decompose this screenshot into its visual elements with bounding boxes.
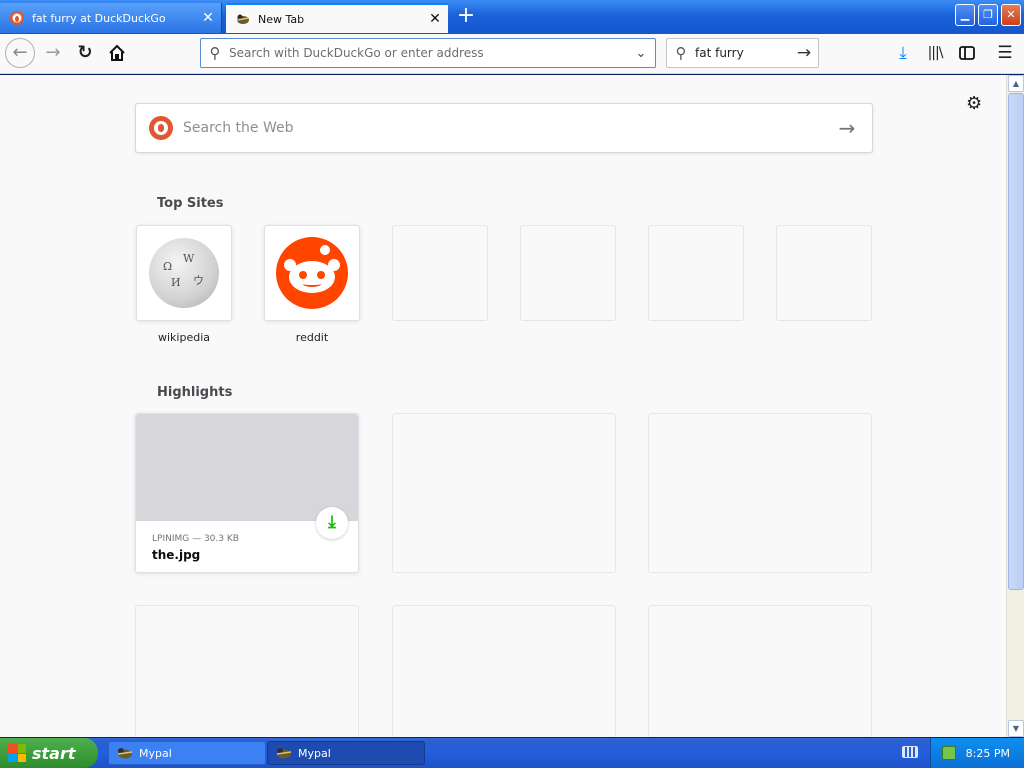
highlight-empty	[392, 413, 616, 573]
mypal-icon	[276, 748, 292, 759]
highlight-title: the.jpg	[152, 548, 201, 562]
sidebar-icon	[959, 46, 975, 60]
network-icon[interactable]	[941, 746, 956, 760]
minimize-button[interactable]: ▁	[955, 4, 975, 26]
site-tile[interactable]	[264, 225, 360, 321]
top-site-empty	[648, 225, 744, 321]
arrow-right-icon[interactable]: →	[790, 43, 818, 63]
top-site-empty	[392, 225, 488, 321]
highlight-empty	[135, 605, 359, 737]
tab-label: fat furry at DuckDuckGo	[32, 11, 166, 25]
highlights-heading: Highlights	[157, 385, 233, 400]
downloads-button[interactable]: ⤓	[888, 38, 918, 68]
windows-logo-icon	[8, 744, 26, 762]
search-bar[interactable]: ⚲ fat furry →	[666, 38, 819, 68]
arrow-left-icon: ←	[12, 42, 28, 63]
taskbar-item-mypal-active[interactable]: Mypal	[267, 741, 425, 765]
download-icon: ⤓	[316, 507, 348, 539]
minimize-icon: ▁	[960, 8, 970, 21]
nav-toolbar: ← → ↻ ⚲ ⌄ ⚲ fat furry → ⤓ |||\ ☰	[0, 34, 1024, 74]
highlight-preview	[136, 414, 358, 521]
search-icon: ⚲	[209, 44, 221, 62]
start-label: start	[32, 743, 76, 763]
site-tile[interactable]: Ω W И ウ	[136, 225, 232, 321]
scroll-down-button[interactable]: ▼	[1008, 720, 1024, 737]
vertical-scrollbar[interactable]: ▲ ▼	[1006, 75, 1024, 737]
top-site-reddit[interactable]: reddit	[264, 225, 360, 344]
url-input[interactable]	[229, 46, 627, 60]
highlight-meta: LPINIMG — 30.3 KB	[152, 534, 239, 544]
tab-duckduckgo-results[interactable]: fat furry at DuckDuckGo ✕	[0, 3, 222, 33]
taskbar-item-label: Mypal	[139, 746, 172, 760]
arrow-right-icon[interactable]: →	[822, 116, 872, 140]
scroll-thumb[interactable]	[1008, 93, 1024, 590]
window-close-button[interactable]: ✕	[1001, 4, 1021, 26]
web-search-input[interactable]	[183, 120, 822, 136]
close-icon: ✕	[1006, 8, 1016, 21]
top-site-empty	[520, 225, 616, 321]
library-icon: |||\	[927, 45, 944, 61]
download-icon: ⤓	[899, 43, 907, 63]
search-bar-value[interactable]: fat furry	[695, 46, 790, 60]
wikipedia-globe-icon: Ω W И ウ	[149, 238, 219, 308]
chevron-down-icon[interactable]: ⌄	[627, 46, 655, 61]
back-button[interactable]: ←	[5, 38, 35, 68]
highlight-empty	[648, 605, 872, 737]
top-sites-heading: Top Sites	[157, 196, 224, 211]
reload-button[interactable]: ↻	[70, 38, 100, 68]
mypal-icon	[236, 14, 250, 24]
menu-button[interactable]: ☰	[990, 38, 1020, 68]
highlight-card[interactable]: ⤓ LPINIMG — 30.3 KB the.jpg	[135, 413, 359, 573]
reload-icon: ↻	[77, 42, 93, 63]
forward-button[interactable]: →	[38, 38, 68, 68]
new-tab-page: ⚙ → Top Sites Ω W И ウ wikipedia	[0, 75, 1006, 737]
duckduckgo-icon	[10, 11, 24, 25]
maximize-icon: ❐	[983, 8, 993, 21]
taskbar-item-mypal[interactable]: Mypal	[108, 741, 266, 765]
site-name: wikipedia	[157, 331, 210, 344]
taskbar-item-label: Mypal	[298, 746, 331, 760]
gear-icon[interactable]: ⚙	[966, 93, 982, 114]
home-icon	[109, 44, 125, 61]
highlight-empty	[648, 413, 872, 573]
maximize-button[interactable]: ❐	[978, 4, 998, 26]
scroll-up-button[interactable]: ▲	[1008, 75, 1024, 92]
start-button[interactable]: start	[0, 738, 98, 768]
library-button[interactable]: |||\	[920, 38, 950, 68]
home-button[interactable]	[102, 38, 132, 68]
tab-label: New Tab	[258, 12, 305, 26]
clock: 8:25 PM	[965, 746, 1010, 760]
browser-tab-strip: fat furry at DuckDuckGo ✕ New Tab ✕ + ▁ …	[0, 0, 1024, 34]
new-tab-button[interactable]: +	[452, 4, 480, 30]
taskbar: start Mypal Mypal 8:25 PM	[0, 738, 1024, 768]
tab-new-tab[interactable]: New Tab ✕	[226, 3, 448, 33]
url-bar[interactable]: ⚲ ⌄	[200, 38, 656, 68]
site-name: reddit	[295, 331, 329, 344]
highlight-empty	[392, 605, 616, 737]
top-site-wikipedia[interactable]: Ω W И ウ wikipedia	[136, 225, 232, 344]
close-icon[interactable]: ✕	[422, 11, 448, 27]
web-search-box[interactable]: →	[135, 103, 873, 153]
duckduckgo-icon	[149, 116, 173, 140]
keyboard-icon[interactable]	[902, 746, 918, 758]
mypal-icon	[117, 748, 133, 759]
reddit-icon	[276, 237, 348, 309]
system-tray: 8:25 PM	[930, 738, 1024, 768]
close-icon[interactable]: ✕	[195, 10, 221, 26]
arrow-right-icon: →	[45, 42, 61, 63]
search-icon: ⚲	[675, 44, 687, 62]
top-site-empty	[776, 225, 872, 321]
sidebar-button[interactable]	[952, 38, 982, 68]
hamburger-menu-icon: ☰	[997, 43, 1013, 63]
